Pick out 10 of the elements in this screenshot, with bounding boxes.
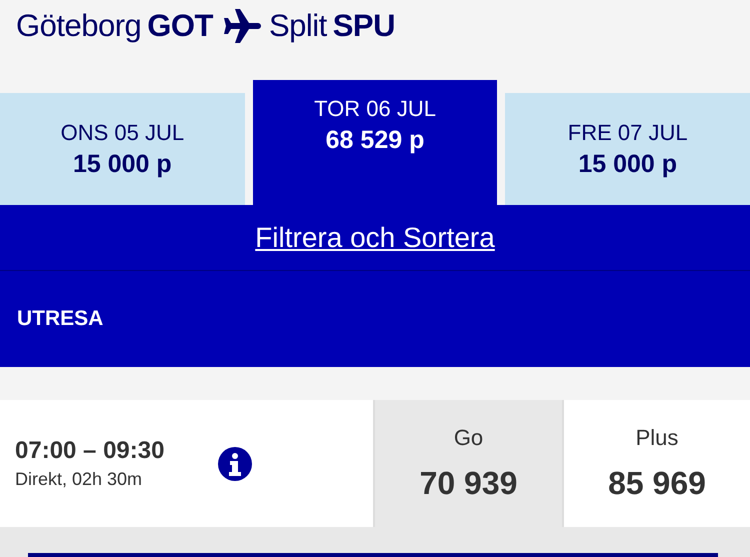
date-tab[interactable]: TOR 06 JUL 68 529 p: [252, 80, 498, 205]
route-title: Göteborg GOT Split SPU: [16, 8, 395, 44]
filter-sort-link[interactable]: Filtrera och Sortera: [255, 222, 495, 254]
flight-details: Direkt, 02h 30m: [15, 469, 144, 490]
fare-option[interactable]: Go 70 939: [375, 400, 564, 527]
section-title: UTRESA: [17, 307, 104, 331]
flight-time: 07:00 – 09:30: [15, 437, 166, 465]
info-icon[interactable]: [218, 446, 252, 480]
date-tab[interactable]: FRE 07 JUL 15 000 p: [505, 93, 750, 205]
date-tab[interactable]: ONS 05 JUL 15 000 p: [0, 93, 245, 205]
